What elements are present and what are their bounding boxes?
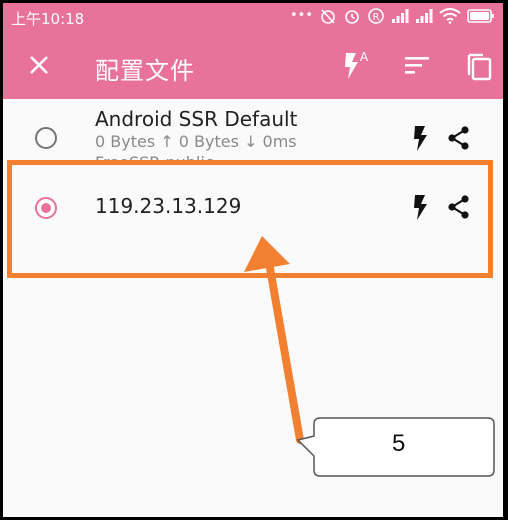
profile-group: FreeSSR-public xyxy=(95,153,214,172)
flash-icon[interactable] xyxy=(408,124,434,152)
download-bytes: 0 Bytes xyxy=(178,132,239,151)
download-arrow-icon: ↓ xyxy=(244,132,258,151)
wifi-icon xyxy=(439,8,461,24)
status-time: 上午10:18 xyxy=(11,10,85,28)
alarm-off-icon xyxy=(321,9,335,24)
profile-row-selected[interactable]: 119.23.13.129 xyxy=(3,174,503,244)
flash-auto-icon[interactable]: A xyxy=(337,47,373,83)
profile-name: Android SSR Default xyxy=(95,107,298,131)
latency: 0ms xyxy=(262,132,297,151)
status-bar: 上午10:18 ••• R xyxy=(3,3,503,31)
signal-icon xyxy=(416,9,433,23)
profile-name: 119.23.13.129 xyxy=(95,194,242,218)
page-title: 配置文件 xyxy=(95,57,195,85)
profile-row[interactable]: Android SSR Default 0 Bytes ↑ 0 Bytes ↓ … xyxy=(3,99,503,169)
svg-text:R: R xyxy=(373,12,380,23)
upload-bytes: 0 Bytes xyxy=(95,132,156,151)
profile-radio-checked[interactable] xyxy=(35,197,57,219)
signal-icon xyxy=(392,9,409,23)
share-icon[interactable] xyxy=(446,193,472,221)
svg-text:A: A xyxy=(360,50,369,64)
battery-icon xyxy=(467,9,494,23)
sort-icon[interactable] xyxy=(399,47,435,83)
profile-radio-unchecked[interactable] xyxy=(35,127,57,149)
profile-stats: 0 Bytes ↑ 0 Bytes ↓ 0ms xyxy=(95,132,297,151)
alarm-icon xyxy=(345,10,359,24)
share-icon[interactable] xyxy=(446,124,472,152)
screen: 上午10:18 ••• R 配置文件 A Android SSR Default… xyxy=(3,3,503,517)
close-icon[interactable] xyxy=(23,49,55,81)
callout-label: 5 xyxy=(392,430,406,457)
flash-icon[interactable] xyxy=(408,193,434,221)
more-dots-icon: ••• xyxy=(289,8,313,23)
upload-arrow-icon: ↑ xyxy=(160,132,174,151)
toolbar: 配置文件 A xyxy=(3,31,503,99)
registered-icon: R xyxy=(368,8,384,24)
copy-icon[interactable] xyxy=(461,47,497,83)
status-icons: ••• R xyxy=(290,7,495,25)
